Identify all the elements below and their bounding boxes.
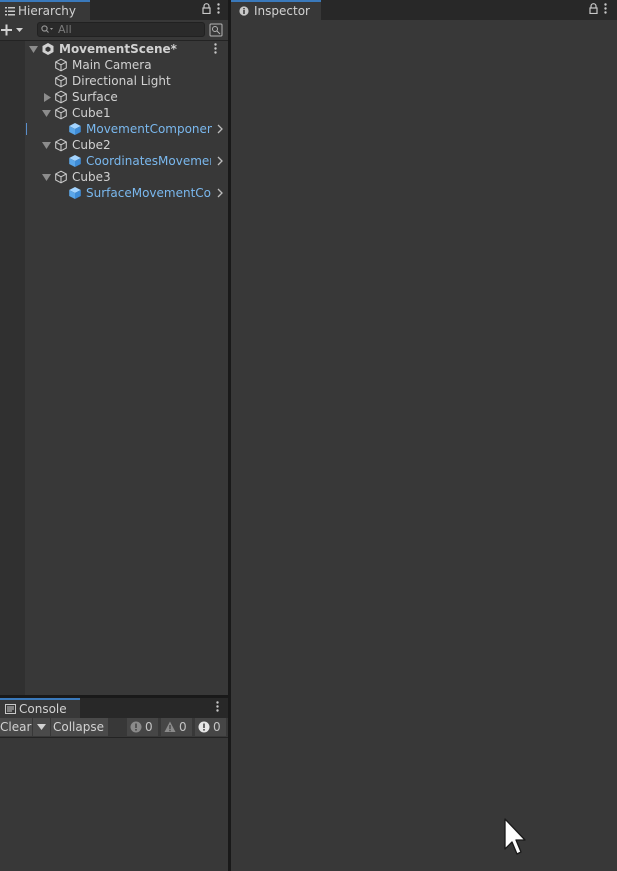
log-count: 0 bbox=[145, 720, 153, 734]
info-icon bbox=[130, 721, 142, 733]
prefab-cube-icon bbox=[68, 186, 82, 200]
warning-count: 0 bbox=[179, 720, 187, 734]
tab-inspector[interactable]: Inspector bbox=[231, 0, 321, 20]
more-options-icon[interactable] bbox=[217, 3, 220, 14]
collapsed-arrow-icon[interactable] bbox=[42, 92, 52, 102]
lock-icon[interactable] bbox=[589, 3, 598, 14]
hierarchy-panel: Hierarchy All MovementScene* Main Camera… bbox=[0, 0, 228, 695]
more-options-icon[interactable] bbox=[216, 701, 219, 712]
search-icon bbox=[41, 25, 54, 34]
tab-hierarchy-label: Hierarchy bbox=[18, 4, 77, 18]
gameobject-cube-icon bbox=[54, 170, 68, 184]
tree-item-label: CoordinatesMovement bbox=[86, 154, 211, 168]
tree-item-scene[interactable]: MovementScene* bbox=[0, 41, 228, 57]
tree-item-cube1[interactable]: Cube1 bbox=[0, 105, 228, 121]
tree-item-directional-light[interactable]: Directional Light bbox=[0, 73, 228, 89]
tree-item-movement-component[interactable]: MovementComponent bbox=[0, 121, 228, 137]
collapse-button-label: Collapse bbox=[53, 720, 104, 734]
scene-visibility-icon[interactable] bbox=[209, 23, 223, 37]
tree-item-label: Cube1 bbox=[72, 106, 111, 120]
tree-item-surface-movement-component[interactable]: SurfaceMovementComponent bbox=[0, 185, 228, 201]
gameobject-cube-icon bbox=[54, 90, 68, 104]
chevron-right-icon[interactable] bbox=[216, 123, 224, 135]
hierarchy-search-input[interactable]: All bbox=[37, 22, 205, 37]
lock-icon[interactable] bbox=[202, 3, 211, 14]
error-icon bbox=[198, 721, 210, 733]
tree-item-cube2[interactable]: Cube2 bbox=[0, 137, 228, 153]
tree-item-label: Directional Light bbox=[72, 74, 171, 88]
console-icon bbox=[4, 703, 16, 715]
gameobject-cube-icon bbox=[54, 138, 68, 152]
console-log-area[interactable] bbox=[0, 738, 228, 871]
expand-arrow-icon[interactable] bbox=[41, 140, 51, 150]
unity-scene-icon bbox=[41, 42, 55, 56]
tree-item-coordinates-movement[interactable]: CoordinatesMovement bbox=[0, 153, 228, 169]
tree-item-label: Cube2 bbox=[72, 138, 111, 152]
hierarchy-toolbar: All bbox=[0, 20, 228, 41]
clear-button[interactable]: Clear bbox=[0, 718, 32, 736]
gameobject-cube-icon bbox=[54, 58, 68, 72]
gameobject-cube-icon bbox=[54, 74, 68, 88]
tree-item-label: MovementScene* bbox=[59, 42, 177, 56]
add-object-button[interactable] bbox=[0, 23, 26, 37]
info-icon bbox=[239, 6, 249, 16]
console-toolbar: Clear Collapse 0 0 0 bbox=[0, 718, 228, 738]
tab-hierarchy[interactable]: Hierarchy bbox=[0, 0, 90, 20]
tab-console-label: Console bbox=[19, 702, 67, 716]
tree-item-label: SurfaceMovementComponent bbox=[86, 186, 211, 200]
clear-button-label: Clear bbox=[0, 720, 32, 734]
tree-item-label: Main Camera bbox=[72, 58, 152, 72]
tree-item-label: Cube3 bbox=[72, 170, 111, 184]
chevron-right-icon[interactable] bbox=[216, 187, 224, 199]
tab-inspector-label: Inspector bbox=[254, 4, 310, 18]
prefab-cube-icon bbox=[68, 122, 82, 136]
inspector-panel: Inspector bbox=[231, 0, 617, 871]
hover-indicator bbox=[26, 123, 27, 135]
expand-arrow-icon[interactable] bbox=[41, 108, 51, 118]
search-placeholder: All bbox=[58, 23, 72, 36]
gameobject-cube-icon bbox=[54, 106, 68, 120]
warning-icon bbox=[164, 721, 176, 733]
error-count: 0 bbox=[213, 720, 221, 734]
inspector-tab-bar: Inspector bbox=[231, 0, 617, 20]
expand-arrow-icon[interactable] bbox=[41, 172, 51, 182]
tree-item-surface[interactable]: Surface bbox=[0, 89, 228, 105]
warning-count-toggle[interactable]: 0 bbox=[161, 718, 192, 736]
error-count-toggle[interactable]: 0 bbox=[195, 718, 226, 736]
more-options-icon[interactable] bbox=[604, 3, 607, 14]
expand-arrow-icon[interactable] bbox=[28, 44, 38, 54]
tree-item-label: Surface bbox=[72, 90, 118, 104]
hierarchy-tree: MovementScene* Main Camera Directional L… bbox=[0, 41, 228, 695]
tree-item-label: MovementComponent bbox=[86, 122, 212, 136]
log-count-toggle[interactable]: 0 bbox=[127, 718, 158, 736]
list-icon bbox=[4, 5, 16, 17]
clear-options-dropdown[interactable] bbox=[33, 718, 50, 736]
tree-item-cube3[interactable]: Cube3 bbox=[0, 169, 228, 185]
chevron-right-icon[interactable] bbox=[216, 155, 224, 167]
more-options-icon[interactable] bbox=[214, 43, 217, 54]
console-tab-bar: Console bbox=[0, 698, 228, 718]
tree-item-main-camera[interactable]: Main Camera bbox=[0, 57, 228, 73]
tab-console[interactable]: Console bbox=[0, 698, 80, 718]
mouse-pointer-icon bbox=[504, 818, 526, 859]
collapse-button[interactable]: Collapse bbox=[51, 718, 108, 736]
prefab-cube-icon bbox=[68, 154, 82, 168]
hierarchy-tab-bar: Hierarchy bbox=[0, 0, 228, 20]
chevron-down-icon bbox=[37, 724, 46, 730]
